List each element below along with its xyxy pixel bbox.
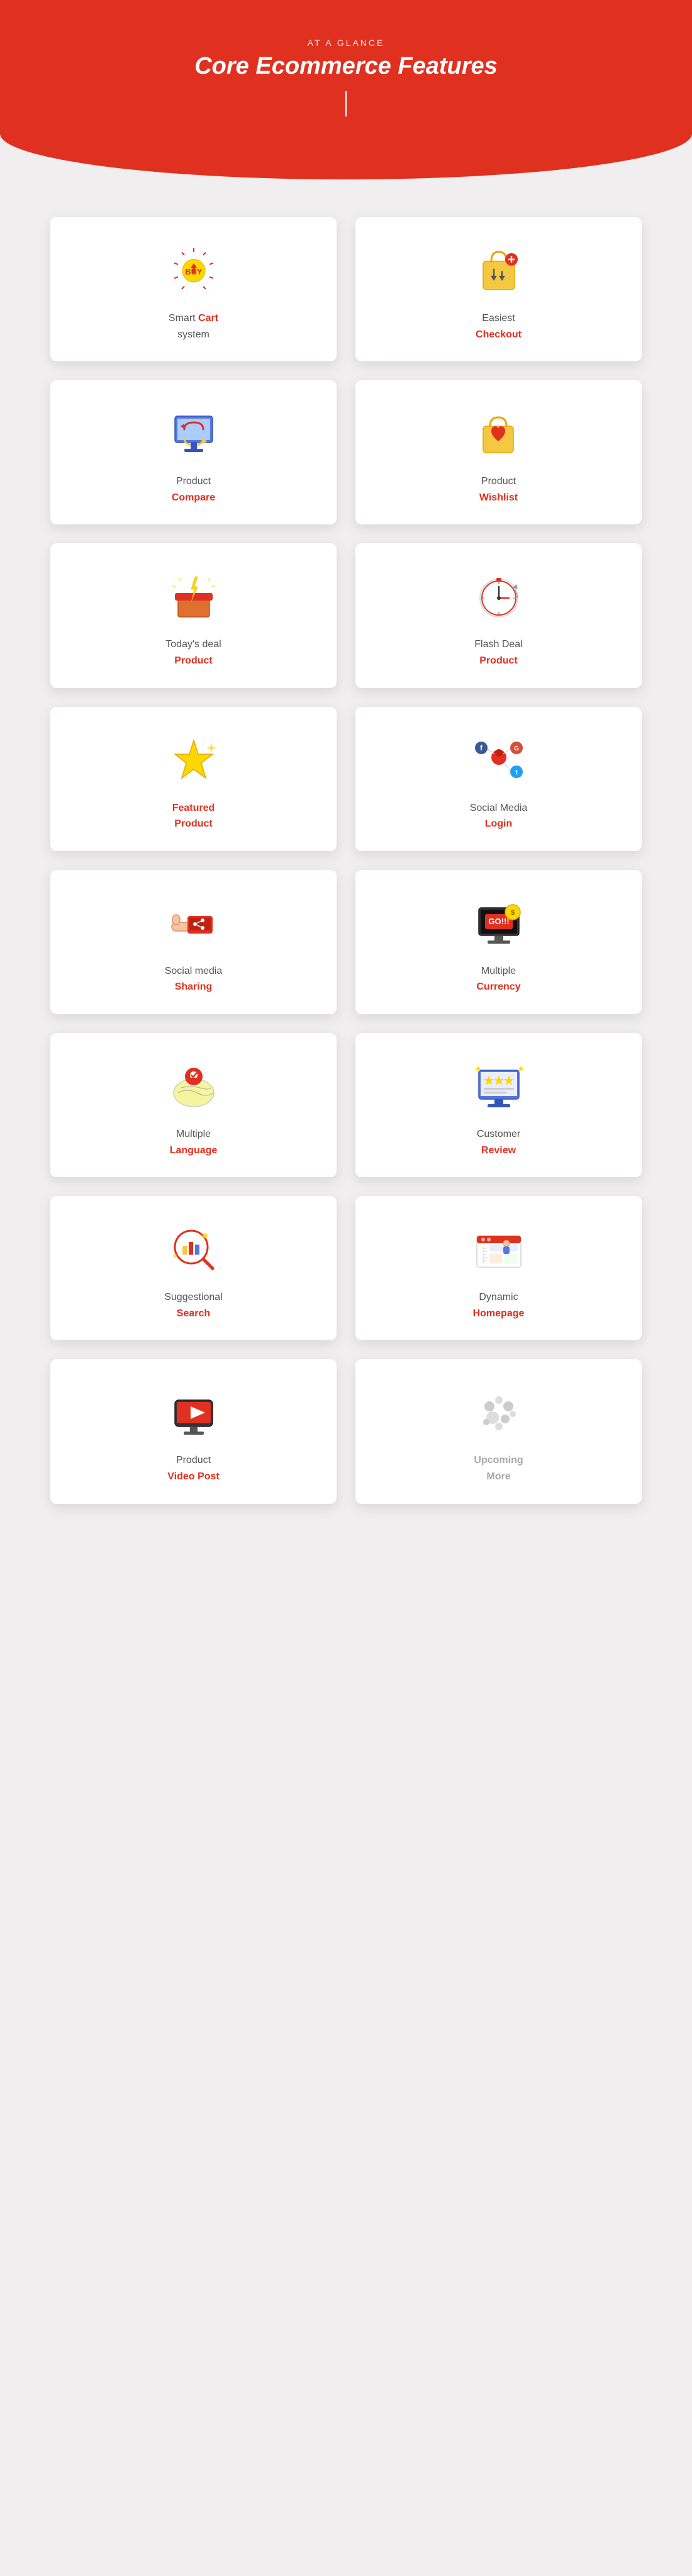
header-title: Core Ecommerce Features [13,53,679,80]
multiple-currency-icon: GO!!! $ [471,895,527,952]
product-wishlist-label: ProductWishlist [479,473,518,506]
feature-card-social-sharing: Social mediaSharing [50,870,337,1014]
multiple-language-icon [165,1058,222,1115]
social-sharing-icon [165,895,222,952]
feature-card-easiest-checkout: EasiestCheckout [355,217,642,361]
feature-card-social-login: f G t Social MediaLogin [355,707,642,851]
todays-deal-label: Today's dealProduct [165,636,221,669]
flash-deal-icon [471,568,527,625]
feature-card-flash-deal: Flash DealProduct [355,543,642,687]
suggestional-search-label: SuggestionalSearch [164,1289,223,1321]
features-grid: BUY Smart Cartsystem [0,179,692,1542]
header-section: AT A GLANCE Core Ecommerce Features [0,0,692,179]
featured-product-label: FeaturedProduct [172,800,215,832]
feature-card-product-wishlist: ProductWishlist [355,380,642,524]
feature-card-product-compare: ProductCompare [50,380,337,524]
easiest-checkout-label: EasiestCheckout [476,310,522,342]
social-login-icon: f G t [471,732,527,789]
multiple-language-label: MultipleLanguage [170,1126,218,1158]
feature-card-customer-review: CustomerReview [355,1033,642,1177]
svg-text:G: G [514,745,519,752]
social-login-label: Social MediaLogin [470,800,528,832]
feature-card-multiple-language: MultipleLanguage [50,1033,337,1177]
upcoming-more-label: UpcomingMore [474,1452,523,1484]
product-compare-label: ProductCompare [172,473,215,506]
feature-card-upcoming-more: UpcomingMore [355,1359,642,1503]
multiple-currency-label: MultipleCurrency [476,963,520,995]
svg-text:$: $ [510,909,514,917]
product-video-label: ProductVideo Post [167,1452,219,1484]
header-subtitle: AT A GLANCE [13,38,679,48]
feature-card-featured-product: FeaturedProduct [50,707,337,851]
feature-card-todays-deal: Today's dealProduct [50,543,337,687]
svg-text:GO!!!: GO!!! [488,917,509,926]
easiest-checkout-icon [471,242,527,299]
smart-cart-icon: BUY [165,242,222,299]
customer-review-icon [471,1058,527,1115]
feature-card-smart-cart: BUY Smart Cartsystem [50,217,337,361]
feature-card-multiple-currency: GO!!! $ MultipleCurrency [355,870,642,1014]
dynamic-homepage-label: DynamicHomepage [473,1289,525,1321]
suggestional-search-icon [165,1221,222,1278]
product-video-icon [165,1384,222,1441]
featured-product-icon [165,732,222,789]
feature-card-dynamic-homepage: DynamicHomepage [355,1196,642,1340]
dynamic-homepage-icon [471,1221,527,1278]
product-wishlist-icon [471,405,527,462]
header-divider [345,91,347,116]
upcoming-more-icon [471,1384,527,1441]
feature-card-suggestional-search: SuggestionalSearch [50,1196,337,1340]
feature-card-product-video: ProductVideo Post [50,1359,337,1503]
customer-review-label: CustomerReview [477,1126,520,1158]
flash-deal-label: Flash DealProduct [474,636,522,669]
smart-cart-label: Smart Cartsystem [169,310,218,342]
product-compare-icon [165,405,222,462]
todays-deal-icon [165,568,222,625]
social-sharing-label: Social mediaSharing [165,963,223,995]
